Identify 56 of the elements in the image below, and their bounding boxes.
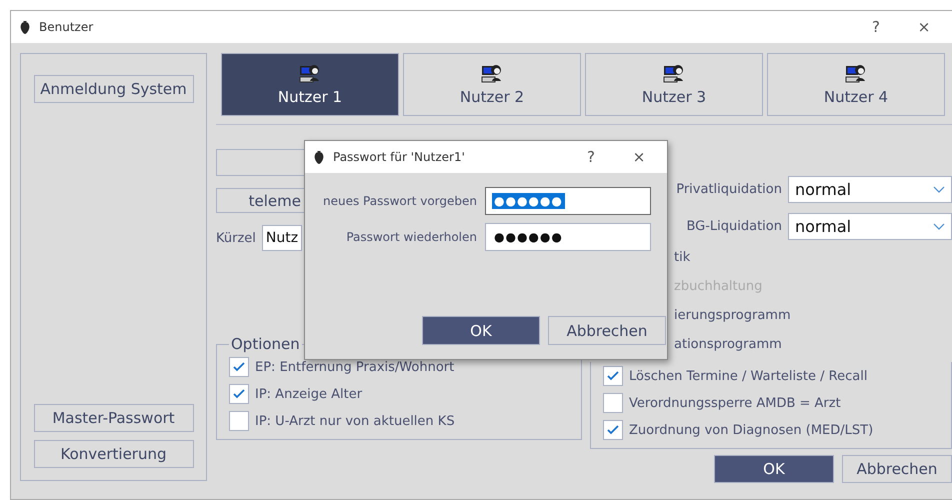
setting-label: Zuordnung von Diagnosen (MED/LST) bbox=[629, 422, 874, 438]
cancel-button[interactable]: Abbrechen bbox=[548, 316, 666, 345]
checkbox[interactable] bbox=[603, 366, 623, 386]
telemed-button[interactable]: teleme bbox=[216, 188, 306, 213]
window-title: Benutzer bbox=[39, 20, 94, 34]
close-button[interactable]: × bbox=[904, 17, 944, 37]
options-legend: Optionen bbox=[229, 335, 302, 353]
option-label: IP: Anzeige Alter bbox=[255, 386, 362, 402]
checkmark-icon bbox=[232, 361, 246, 373]
option-label: EP: Entfernung Praxis/Wohnort bbox=[255, 360, 454, 374]
setting-label: Verordnungssperre AMDB = Arzt bbox=[629, 396, 841, 410]
user-tab[interactable]: Nutzer 3 bbox=[585, 53, 763, 116]
dialog-title: Passwort für 'Nutzer1' bbox=[333, 150, 466, 164]
checkbox[interactable] bbox=[229, 357, 249, 377]
checkbox[interactable] bbox=[603, 393, 623, 413]
ok-button[interactable]: OK bbox=[714, 455, 834, 483]
password-label: neues Passwort vorgeben bbox=[322, 194, 477, 208]
setting-label: tik bbox=[674, 250, 692, 267]
computer-user-icon bbox=[299, 64, 321, 84]
chevron-down-icon bbox=[933, 222, 945, 230]
checkmark-icon bbox=[606, 370, 620, 382]
checkmark-icon bbox=[606, 424, 620, 436]
sidebar-button[interactable]: Konvertierung bbox=[34, 440, 194, 468]
checkmark-icon bbox=[232, 388, 246, 400]
sidebar-button[interactable]: Master-Passwort bbox=[34, 404, 194, 432]
login-system-button[interactable]: Anmeldung System bbox=[34, 75, 194, 103]
liquidation-select[interactable]: normal bbox=[788, 176, 952, 203]
user-tab[interactable]: Nutzer 4 bbox=[767, 53, 945, 116]
help-button[interactable]: ? bbox=[571, 147, 611, 167]
help-button[interactable]: ? bbox=[856, 17, 896, 37]
liquidation-select[interactable]: normal bbox=[788, 213, 952, 240]
setting-label: ationsprogramm bbox=[674, 337, 783, 354]
computer-user-icon bbox=[481, 64, 503, 84]
app-logo-icon bbox=[19, 20, 31, 34]
computer-user-icon bbox=[845, 64, 867, 84]
cancel-button[interactable]: Abbrechen bbox=[842, 455, 952, 483]
password-field[interactable]: ●●●●●● bbox=[485, 223, 651, 251]
checkbox[interactable] bbox=[229, 384, 249, 404]
close-button[interactable]: × bbox=[619, 147, 659, 167]
kuerzel-label: Kürzel bbox=[216, 230, 256, 246]
option-label: IP: U-Arzt nur von aktuellen KS bbox=[255, 414, 455, 428]
checkbox[interactable] bbox=[229, 411, 249, 431]
password-field[interactable]: ●●●●●● bbox=[485, 187, 651, 215]
password-label: Passwort wiederholen bbox=[345, 230, 477, 244]
app-logo-icon bbox=[313, 150, 325, 164]
liquidation-label: Privatliquidation bbox=[676, 182, 782, 197]
kuerzel-field[interactable]: Nutz bbox=[262, 225, 302, 251]
chevron-down-icon bbox=[933, 186, 945, 194]
user-tab[interactable]: Nutzer 2 bbox=[403, 53, 581, 116]
ok-button[interactable]: OK bbox=[422, 316, 540, 345]
computer-user-icon bbox=[663, 64, 685, 84]
user-tab[interactable]: Nutzer 1 bbox=[221, 53, 399, 116]
liquidation-label: BG-Liquidation bbox=[686, 219, 782, 234]
checkbox[interactable] bbox=[603, 420, 623, 440]
setting-label: ierungsprogramm bbox=[674, 308, 792, 325]
setting-label: Löschen Termine / Warteliste / Recall bbox=[629, 368, 868, 384]
